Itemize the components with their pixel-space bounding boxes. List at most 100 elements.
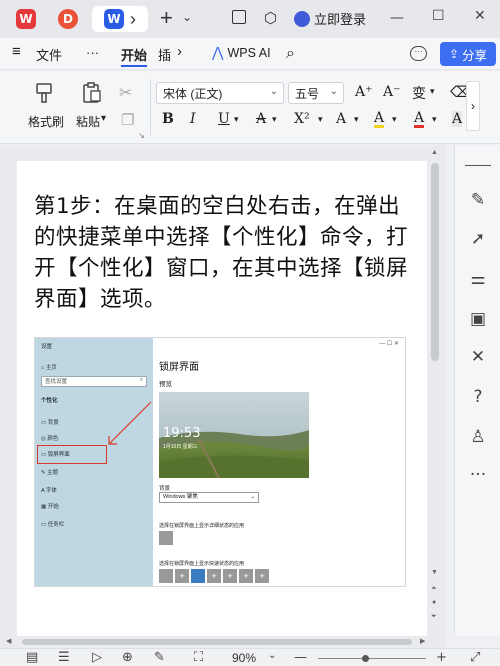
chevron-down-icon: ⌄ [329,86,338,97]
play-icon[interactable]: ▷ [92,650,102,665]
chevron-down-icon[interactable]: ▾ [272,114,277,125]
font-name-value: 宋体 (正文) [163,86,223,101]
share-button[interactable]: ⇪ 分享 [440,42,496,66]
pen-icon[interactable]: ✎ [154,650,165,665]
zoom-level[interactable]: 90% [232,651,256,665]
cube-icon[interactable]: ⬡ [264,9,277,27]
settings-item-lockscreen: ▭ 锁屏界面 [41,452,70,458]
chevron-down-icon[interactable]: ▾ [318,114,323,125]
menu-file[interactable]: 文件 [36,45,62,64]
title-tab-bar: W D W › + ⌄ ⬡ 立即登录 — ☐ ✕ [0,0,500,38]
window-mode-icon[interactable] [232,10,246,24]
outline-view-icon[interactable]: ☰ [58,650,70,665]
zoom-slider-track[interactable] [318,658,426,659]
more-options-icon[interactable]: ··· [468,465,488,485]
next-page-icon[interactable]: ⏷ [431,613,437,621]
image-edit-icon[interactable]: ▣ [468,309,488,329]
settings-item-colors: ◎ 颜色 [41,436,59,442]
cursor-select-icon[interactable]: ➚ [468,229,488,249]
zoom-out-icon[interactable]: — [294,650,307,665]
fullscreen-icon[interactable]: ⤢ [470,650,480,665]
prev-page-icon[interactable]: ⏶ [431,585,437,593]
page-view-icon[interactable]: ▤ [26,650,38,665]
chevron-down-icon: ⌄ [250,494,255,500]
zoom-chevron-icon[interactable]: ⌄ [268,650,276,661]
chevron-down-icon[interactable]: ▾ [432,114,437,125]
strikethrough-icon[interactable]: A [256,111,266,127]
phonetic-guide-icon[interactable]: 变 [412,83,426,103]
wps-ai-icon: ⋀ [212,45,224,61]
new-tab-button[interactable]: + [160,5,173,31]
step-headline: 第1步：在桌面的空白处右击，在弹出的快捷菜单中选择【个性化】命令，打开【个性化】… [34,194,409,312]
zoom-slider-thumb[interactable] [362,655,369,662]
tab-start[interactable]: 开始 [121,45,147,64]
sliders-icon[interactable]: ⚌ [468,269,488,289]
shirt-style-icon[interactable]: ♙ [468,427,488,447]
document-canvas[interactable]: 第1步：在桌面的空白处右击，在弹出的快捷菜单中选择【个性化】命令，打开【个性化】… [0,145,445,641]
share-label: 分享 [462,48,488,63]
cut-icon[interactable]: ✂ [119,83,132,102]
web-view-icon[interactable]: ⊕ [122,650,133,665]
tab-list-chevron-icon[interactable]: ⌄ [182,10,192,24]
ribbon-scroll-right-icon[interactable]: › [177,43,182,60]
horizontal-scrollbar[interactable]: ◀ ▶ [0,636,445,648]
underline-icon[interactable]: U [218,111,230,127]
scroll-up-icon[interactable]: ▲ [431,149,438,156]
scroll-down-icon[interactable]: ▼ [431,569,438,576]
scroll-left-icon[interactable]: ◀ [6,637,11,645]
document-tab[interactable]: W › [92,6,148,32]
chevron-down-icon: ⌄ [269,86,278,97]
chevron-down-icon[interactable]: ▾ [430,86,435,97]
scroll-right-icon[interactable]: ▶ [420,637,425,645]
pdf-tab[interactable]: D [52,6,84,32]
pen-edit-icon[interactable]: ✎ [468,190,488,210]
ribbon-scroll-right-button[interactable]: › [466,81,480,131]
font-color-icon[interactable]: A [414,111,425,128]
superscript-icon[interactable]: X² [294,111,310,127]
format-painter-button[interactable] [32,81,56,105]
sidebar-collapse-icon[interactable] [465,165,491,166]
font-size-select[interactable]: 五号 ⌄ [288,82,344,104]
tab-insert[interactable]: 插 [158,45,171,64]
minimize-button[interactable]: — [390,10,404,26]
font-name-select[interactable]: 宋体 (正文) ⌄ [156,82,284,104]
wps-home-tab[interactable]: W [10,6,42,32]
char-shading-icon[interactable]: A [452,111,463,127]
close-button[interactable]: ✕ [474,8,486,24]
document-page[interactable]: 第1步：在桌面的空白处右击，在弹出的快捷菜单中选择【个性化】命令，打开【个性化】… [17,161,427,641]
login-button[interactable]: 立即登录 [294,9,366,28]
bold-icon[interactable]: B [162,111,174,127]
zoom-in-icon[interactable]: + [436,650,447,665]
paste-button[interactable] [80,81,104,105]
background-select: Windows 聚焦 ⌄ [159,492,259,503]
hamburger-menu-icon[interactable]: ≡ [12,43,21,60]
chevron-down-icon[interactable]: ▾ [392,114,397,125]
right-sidebar: ✎ ➚ ⚌ ▣ ✕ ? ♙ ··· [454,145,500,636]
highlight-icon[interactable]: A [374,111,385,128]
paste-dropdown-icon[interactable]: ▾ [101,113,106,124]
tab-scroll-right-icon[interactable]: › [130,9,136,30]
select-browse-icon[interactable]: ● [432,599,436,606]
help-icon[interactable]: ? [468,387,488,407]
shrink-font-icon[interactable]: A⁻ [383,84,401,100]
copy-icon[interactable]: ❐ [121,111,134,129]
comment-icon[interactable]: ··· [410,46,427,61]
text-effect-icon[interactable]: A [336,111,346,127]
vertical-scroll-thumb[interactable] [431,163,439,361]
chevron-down-icon[interactable]: ▾ [234,114,239,125]
menu-more[interactable]: ··· [86,45,99,60]
login-label: 立即登录 [314,12,367,27]
wps-ai-button[interactable]: ⋀ WPS AI [212,45,271,61]
tools-icon[interactable]: ✕ [468,347,488,367]
chevron-down-icon[interactable]: ▾ [354,114,359,125]
grow-font-icon[interactable]: A⁺ [355,84,373,100]
preview-clock: 19:53 [163,426,201,441]
italic-icon[interactable]: I [190,111,196,127]
horizontal-scroll-thumb[interactable] [22,639,412,645]
vertical-scrollbar[interactable]: ▲ ▼ ⏶ ● ⏷ [428,145,442,636]
search-icon[interactable]: ⌕ [286,43,295,63]
fit-page-icon[interactable]: ⛶ [194,650,203,665]
add-tile-icon: + [207,569,221,583]
clipboard-expand-icon[interactable]: ↘ [138,131,145,140]
maximize-button[interactable]: ☐ [432,8,445,24]
